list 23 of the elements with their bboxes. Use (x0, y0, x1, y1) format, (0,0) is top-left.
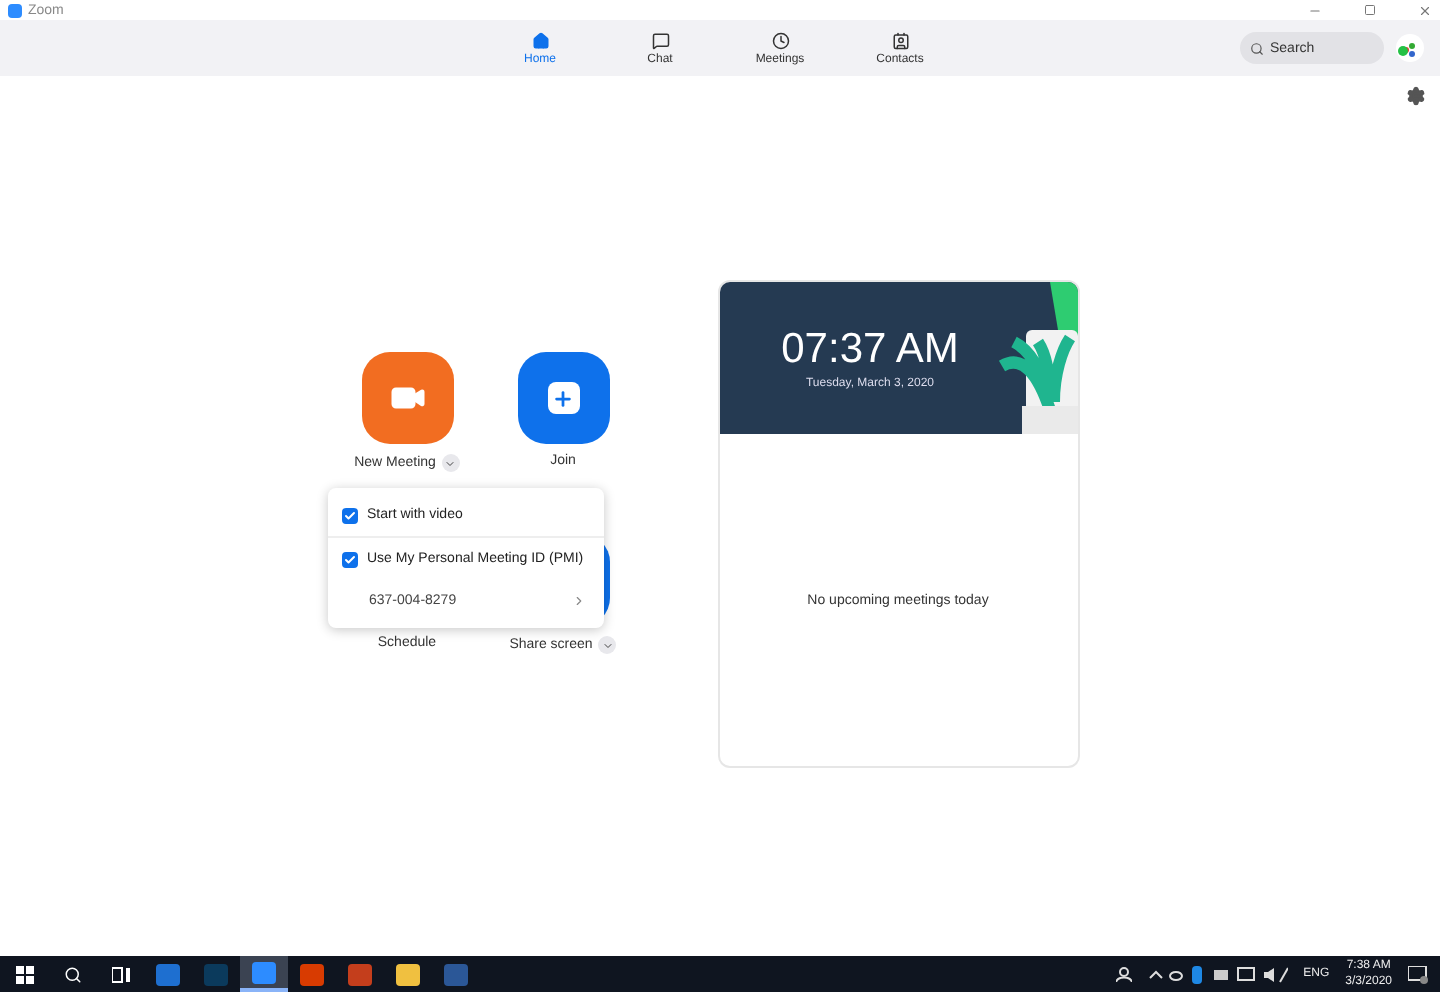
people-icon[interactable] (1115, 966, 1132, 982)
tray-icons-drawing[interactable] (1147, 965, 1288, 983)
app-logo-icon (8, 3, 22, 17)
plus-icon (547, 382, 579, 414)
search-icon (1250, 41, 1264, 55)
chat-icon (651, 31, 669, 49)
contact-icon (891, 31, 909, 49)
close-button[interactable] (1418, 3, 1432, 17)
new-meeting-button[interactable] (361, 352, 453, 444)
clock-time: 07:37 AM (781, 326, 959, 374)
maximize-button[interactable] (1364, 4, 1376, 16)
notification-icon[interactable] (1408, 965, 1428, 983)
chevron-right-icon (571, 594, 585, 608)
avatar-icon[interactable] (1396, 34, 1424, 62)
taskbar-app-icon[interactable] (240, 956, 288, 992)
clock-icon (771, 31, 789, 49)
checkbox[interactable] (341, 507, 357, 523)
caret-icon[interactable] (598, 636, 617, 654)
settings-icon[interactable] (1406, 86, 1426, 106)
checkbox[interactable] (341, 551, 357, 567)
home-icon (531, 31, 549, 49)
join-button[interactable] (517, 352, 609, 444)
caret-icon[interactable] (441, 454, 460, 472)
